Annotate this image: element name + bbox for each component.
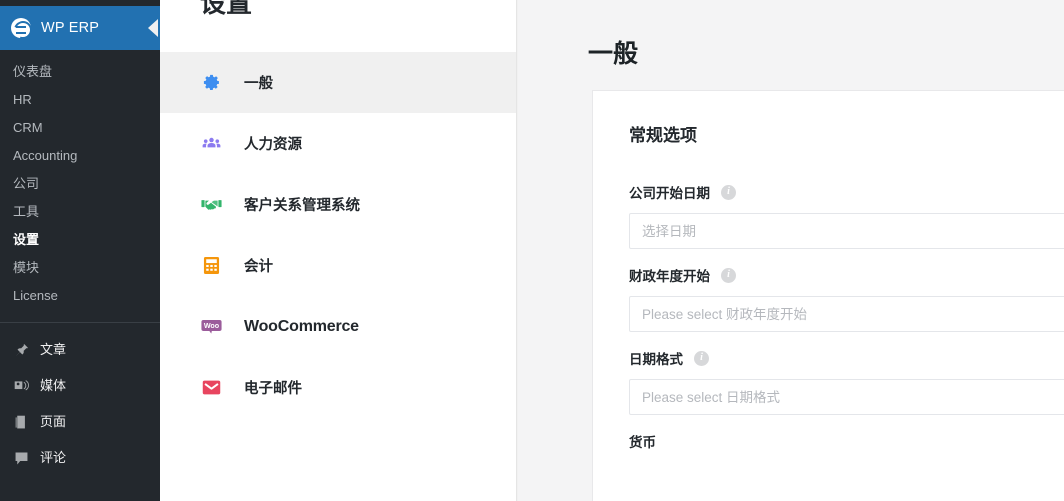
wp-menu-label: 评论 <box>40 450 67 465</box>
envelope-icon <box>200 377 222 399</box>
settings-nav-item-accounting[interactable]: 会计 <box>160 235 516 296</box>
settings-nav-item-crm[interactable]: 客户关系管理系统 <box>160 174 516 235</box>
wp-menu-label: 文章 <box>40 342 67 357</box>
settings-nav-label: 电子邮件 <box>244 381 302 397</box>
erp-menu-item-hr[interactable]: HR <box>0 86 160 114</box>
wp-menu-item-media[interactable]: 媒体 <box>0 368 160 404</box>
page-icon <box>11 412 31 432</box>
field-date-format: 日期格式 i <box>629 348 1064 415</box>
wp-menu-label: 页面 <box>40 414 67 429</box>
wp-menu-label: 媒体 <box>40 378 67 393</box>
date-format-input[interactable] <box>629 379 1064 415</box>
field-label: 财政年度开始 <box>629 269 710 284</box>
gear-icon <box>200 72 222 94</box>
card-title: 常规选项 <box>629 126 697 145</box>
wp-menu-item-pages[interactable]: 页面 <box>0 404 160 440</box>
woocommerce-icon: Woo <box>200 316 222 338</box>
field-label: 日期格式 <box>629 352 683 367</box>
info-icon[interactable]: i <box>694 350 709 366</box>
wp-menu-item-posts[interactable]: 文章 <box>0 332 160 368</box>
field-label: 货币 <box>629 435 656 450</box>
settings-nav-label: 客户关系管理系统 <box>244 198 360 214</box>
erp-menu-item-settings[interactable]: 设置 <box>0 226 160 254</box>
field-label-wrapper: 日期格式 i <box>629 348 1064 368</box>
wp-core-menu: 文章 媒体 页面 评论 <box>0 323 160 476</box>
settings-nav-list: 一般 人力资源 客户关系管理系统 会计 Woo WooCommerce 电子邮件 <box>160 52 516 418</box>
erp-menu: 仪表盘 HR CRM Accounting 公司 工具 设置 模块 Licens… <box>0 50 160 310</box>
settings-nav-label: WooCommerce <box>244 317 359 335</box>
people-group-icon <box>200 133 222 155</box>
erp-menu-item-license[interactable]: License <box>0 282 160 310</box>
settings-nav-panel: 设置 一般 人力资源 客户关系管理系统 会计 Woo WooCommerce 电… <box>160 0 517 501</box>
erp-menu-item-dashboard[interactable]: 仪表盘 <box>0 58 160 86</box>
settings-content-panel: 一般 常规选项 公司开始日期 i 财政年度开始 i 日期格式 <box>518 0 1064 501</box>
info-icon[interactable]: i <box>721 184 736 200</box>
admin-page: WP ERP 仪表盘 HR CRM Accounting 公司 工具 设置 模块… <box>0 0 1064 501</box>
erp-menu-item-modules[interactable]: 模块 <box>0 254 160 282</box>
field-company-start-date: 公司开始日期 i <box>629 182 1064 249</box>
general-options-card: 常规选项 公司开始日期 i 财政年度开始 i 日期格式 i <box>592 90 1064 501</box>
media-icon <box>11 376 31 396</box>
field-label-wrapper: 货币 <box>629 431 1064 451</box>
wp-admin-sidebar: WP ERP 仪表盘 HR CRM Accounting 公司 工具 设置 模块… <box>0 0 160 501</box>
field-currency: 货币 <box>629 431 1064 451</box>
settings-nav-label: 会计 <box>244 259 273 275</box>
wp-erp-brand-label: WP ERP <box>41 20 100 36</box>
settings-nav-item-hr[interactable]: 人力资源 <box>160 113 516 174</box>
field-label-wrapper: 公司开始日期 i <box>629 182 1064 202</box>
handshake-icon <box>200 194 222 216</box>
company-start-date-input[interactable] <box>629 213 1064 249</box>
settings-nav-label: 人力资源 <box>244 137 302 153</box>
erp-menu-item-accounting[interactable]: Accounting <box>0 142 160 170</box>
calculator-icon <box>200 255 222 277</box>
wp-erp-brand-bar[interactable]: WP ERP <box>0 6 160 50</box>
erp-menu-item-crm[interactable]: CRM <box>0 114 160 142</box>
field-fiscal-year-start: 财政年度开始 i <box>629 265 1064 332</box>
field-label: 公司开始日期 <box>629 186 710 201</box>
field-label-wrapper: 财政年度开始 i <box>629 265 1064 285</box>
wp-erp-logo-icon <box>11 18 31 38</box>
svg-text:Woo: Woo <box>203 322 219 330</box>
comment-icon <box>11 448 31 468</box>
info-icon[interactable]: i <box>721 267 736 283</box>
pin-icon <box>11 340 31 360</box>
settings-nav-item-email[interactable]: 电子邮件 <box>160 357 516 418</box>
settings-nav-label: 一般 <box>244 76 273 92</box>
content-title: 一般 <box>588 40 639 68</box>
page-title: 设置 <box>200 0 253 18</box>
chevron-left-icon[interactable] <box>142 6 160 50</box>
settings-nav-item-general[interactable]: 一般 <box>160 52 516 113</box>
wp-menu-item-comments[interactable]: 评论 <box>0 440 160 476</box>
fiscal-year-start-input[interactable] <box>629 296 1064 332</box>
erp-menu-item-company[interactable]: 公司 <box>0 170 160 198</box>
erp-menu-item-tools[interactable]: 工具 <box>0 198 160 226</box>
settings-nav-item-woocommerce[interactable]: Woo WooCommerce <box>160 296 516 357</box>
